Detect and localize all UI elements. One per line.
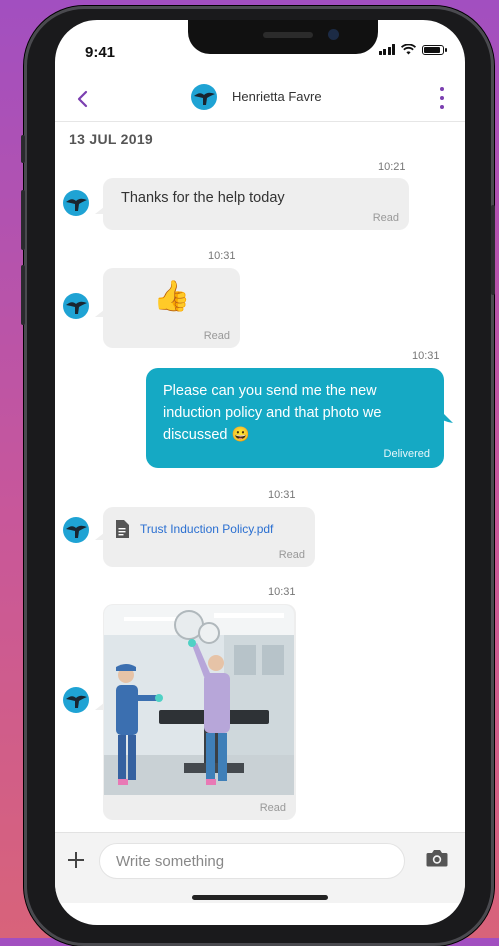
wifi-icon bbox=[401, 44, 416, 55]
message-text: Please can you send me the new induction… bbox=[163, 383, 382, 443]
message-timestamp: 10:21 bbox=[378, 161, 406, 173]
contact-name[interactable]: Henrietta Favre bbox=[232, 89, 322, 104]
battery-icon bbox=[422, 44, 444, 55]
front-camera bbox=[328, 29, 339, 40]
message-timestamp: 10:31 bbox=[208, 250, 236, 262]
read-receipt: Read bbox=[278, 549, 305, 561]
chat-header: Henrietta Favre bbox=[55, 75, 465, 122]
add-attachment-icon[interactable] bbox=[67, 851, 85, 869]
message-input[interactable] bbox=[100, 844, 404, 878]
contact-avatar bbox=[63, 517, 89, 543]
more-options-icon[interactable] bbox=[439, 87, 445, 109]
read-receipt: Read bbox=[203, 330, 230, 342]
incoming-file-message[interactable]: Trust Induction Policy.pdf Read bbox=[103, 507, 315, 567]
document-icon bbox=[116, 520, 129, 538]
side-button bbox=[21, 190, 25, 250]
incoming-message[interactable]: 👍 Read bbox=[103, 268, 240, 348]
file-link[interactable]: Trust Induction Policy.pdf bbox=[140, 522, 273, 536]
back-arrow-icon[interactable] bbox=[75, 89, 91, 109]
side-button bbox=[491, 205, 495, 295]
message-timestamp: 10:31 bbox=[412, 350, 440, 362]
contact-avatar bbox=[63, 190, 89, 216]
contact-avatar bbox=[63, 293, 89, 319]
contact-avatar[interactable] bbox=[191, 84, 217, 110]
incoming-message[interactable]: Thanks for the help today Read bbox=[103, 178, 409, 230]
message-timestamp: 10:31 bbox=[268, 489, 296, 501]
notch bbox=[188, 20, 378, 54]
contact-avatar bbox=[63, 687, 89, 713]
message-composer bbox=[55, 832, 465, 903]
battery-tip bbox=[445, 47, 447, 52]
message-text: Thanks for the help today bbox=[121, 190, 285, 206]
status-time: 9:41 bbox=[85, 44, 116, 61]
incoming-image-message[interactable]: Read bbox=[103, 604, 296, 820]
outgoing-message[interactable]: Please can you send me the new induction… bbox=[146, 368, 444, 468]
delivery-status: Delivered bbox=[383, 448, 430, 460]
read-receipt: Read bbox=[259, 802, 286, 814]
speaker-grille bbox=[263, 32, 313, 38]
date-separator: 13 JUL 2019 bbox=[69, 131, 153, 147]
read-receipt: Read bbox=[372, 212, 399, 224]
camera-icon[interactable] bbox=[426, 849, 448, 867]
message-timestamp: 10:31 bbox=[268, 586, 296, 598]
message-input-wrapper bbox=[99, 843, 405, 879]
operating-room-photo[interactable] bbox=[104, 605, 294, 795]
home-indicator[interactable] bbox=[192, 895, 328, 900]
bubble-tail bbox=[442, 412, 453, 423]
side-button bbox=[21, 265, 25, 325]
thumbs-up-emoji: 👍 bbox=[153, 280, 191, 313]
phone-screen: 9:41 Henrietta Favre 13 JUL 2019 10:21 T… bbox=[55, 20, 465, 925]
signal-icon bbox=[378, 44, 395, 55]
side-button bbox=[21, 135, 25, 163]
status-icons bbox=[378, 44, 447, 55]
